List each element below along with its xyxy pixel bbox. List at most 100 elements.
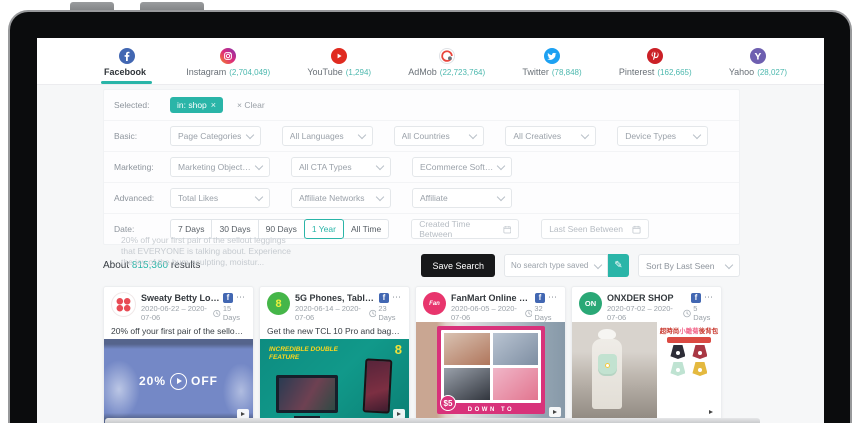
more-options-icon[interactable]: ⋯ [548, 292, 558, 303]
tab-youtube[interactable]: YouTube(1,294) [304, 42, 374, 84]
tab-count: (1,294) [346, 68, 371, 77]
basic-label: Basic: [114, 131, 170, 141]
ad-creative-image[interactable]: 超時尚小雛菊後背包 [572, 322, 721, 421]
chevron-down-icon [376, 162, 384, 170]
created-time-input[interactable]: Created Time Between [411, 219, 519, 239]
tab-count: (78,848) [552, 68, 582, 77]
advertiser-name[interactable]: 5G Phones, Tablets & SIMs | ... [295, 293, 376, 303]
advertiser-name[interactable]: Sweaty Betty London | Wom... [141, 293, 220, 303]
calendar-icon [632, 225, 641, 234]
tab-label: Yahoo [729, 67, 754, 77]
tv-graphic [276, 375, 338, 413]
days-running: 32 Days [534, 304, 558, 322]
youtube-icon [331, 48, 347, 64]
saved-search-select[interactable]: No search type saved [504, 254, 608, 277]
selected-filter-row: Selected: in: shop× × Clear [104, 90, 739, 120]
photo-collage: $5 DOWN TO [437, 326, 545, 414]
creative-text: OFF [191, 374, 218, 388]
advertiser-avatar: Fan [423, 292, 446, 315]
more-options-icon[interactable]: ⋯ [704, 292, 714, 303]
chip-remove-icon[interactable]: × [211, 100, 216, 110]
range-all-time-button[interactable]: All Time [343, 219, 389, 239]
platform-tabbar: Facebook Instagram(2,704,049) YouTube(1,… [37, 38, 824, 85]
play-icon [170, 373, 187, 390]
last-seen-input[interactable]: Last Seen Between [541, 219, 649, 239]
languages-select[interactable]: All Languages [282, 126, 373, 146]
cta-types-select[interactable]: All CTA Types [291, 157, 391, 177]
tab-facebook[interactable]: Facebook [101, 42, 152, 84]
tab-pinterest[interactable]: Pinterest(162,665) [616, 42, 695, 84]
selected-chip[interactable]: in: shop× [170, 97, 223, 113]
days-running: 5 Days [693, 304, 714, 322]
edit-saved-search-button[interactable]: ✎ [608, 254, 629, 277]
tab-twitter[interactable]: Twitter(78,848) [519, 42, 584, 84]
product-thumb [692, 345, 707, 359]
chevron-down-icon [497, 162, 505, 170]
saved-search-group: No search type saved ✎ [504, 254, 629, 277]
chevron-down-icon [357, 131, 365, 139]
chevron-down-icon [255, 162, 263, 170]
selected-label: Selected: [114, 100, 170, 110]
main-content: Selected: in: shop× × Clear Basic: Page … [103, 89, 740, 423]
tab-count: (28,027) [757, 68, 787, 77]
tab-instagram[interactable]: Instagram(2,704,049) [183, 42, 273, 84]
device-types-select[interactable]: Device Types [617, 126, 708, 146]
range-1-year-button[interactable]: 1 Year [304, 219, 344, 239]
more-options-icon[interactable]: ⋯ [236, 292, 246, 303]
model-photo [572, 322, 657, 421]
clear-filters-link[interactable]: × Clear [237, 100, 265, 110]
page-categories-select[interactable]: Page Categories [170, 126, 261, 146]
phone-graphic [363, 358, 393, 413]
creative-text: 20% [139, 374, 166, 388]
ad-text: Get the new TCL 10 Pro and bag a free TC… [260, 322, 409, 339]
tab-label: Facebook [104, 67, 146, 77]
marketing-label: Marketing: [114, 162, 170, 172]
product-thumb [670, 345, 685, 359]
ad-card: ON ONXDER SHOP f ⋯ 2020-07-02 – 2020-07-… [571, 286, 722, 423]
facebook-icon [119, 48, 135, 64]
save-search-button[interactable]: Save Search [421, 254, 495, 277]
clock-icon [525, 309, 533, 318]
countries-select[interactable]: All Countries [394, 126, 485, 146]
tab-label: Pinterest [619, 67, 655, 77]
filter-panel: Selected: in: shop× × Clear Basic: Page … [103, 89, 740, 245]
tab-count: (162,665) [657, 68, 691, 77]
facebook-badge-icon: f [379, 293, 389, 303]
ad-text: 20% off your first pair of the sellout l… [104, 322, 253, 339]
facebook-badge-icon: f [691, 293, 701, 303]
ad-creative-image[interactable]: 20% OFF [104, 339, 253, 423]
tooltip-ghost-text: 20% off your first pair of the sellout l… [121, 235, 291, 268]
advertiser-avatar: ON [579, 292, 602, 315]
card-header: Sweaty Betty London | Wom... f ⋯ 2020-06… [104, 287, 253, 322]
backpack-graphic [598, 354, 617, 376]
advertiser-name[interactable]: ONXDER SHOP [607, 293, 688, 303]
date-range: 2020-06-05 – 2020-07-06 [451, 304, 525, 322]
date-range: 2020-06-14 – 2020-07-06 [295, 304, 369, 322]
affiliate-networks-select[interactable]: Affiliate Networks [291, 188, 391, 208]
days-running: 15 Days [223, 304, 246, 322]
ad-creative-image[interactable]: $5 DOWN TO [416, 322, 565, 421]
total-likes-select[interactable]: Total Likes [170, 188, 270, 208]
ecommerce-softwares-select[interactable]: ECommerce Softwares [412, 157, 512, 177]
date-range: 2020-06-22 – 2020-07-06 [141, 304, 213, 322]
sort-select[interactable]: Sort By Last Seen [638, 254, 740, 277]
tab-admob[interactable]: AdMob(22,723,764) [405, 42, 488, 84]
creatives-select[interactable]: All Creatives [505, 126, 596, 146]
facebook-badge-icon: f [223, 293, 233, 303]
twitter-icon [544, 48, 560, 64]
advertiser-name[interactable]: FanMart Online Shopping - F... [451, 293, 532, 303]
yahoo-icon [750, 48, 766, 64]
tab-yahoo[interactable]: Yahoo(28,027) [726, 42, 790, 84]
days-running: 23 Days [378, 304, 402, 322]
facebook-badge-icon: f [535, 293, 545, 303]
app-screen: Facebook Instagram(2,704,049) YouTube(1,… [37, 38, 824, 423]
affiliate-select[interactable]: Affiliate [412, 188, 512, 208]
chevron-down-icon [594, 260, 602, 268]
ee-logo: 8 [395, 342, 402, 357]
product-thumb [692, 362, 707, 376]
card-header: 8 5G Phones, Tablets & SIMs | ... f ⋯ 20… [260, 287, 409, 322]
marketing-objectives-select[interactable]: Marketing Objectives [170, 157, 270, 177]
ad-creative-image[interactable]: INCREDIBLE DOUBLEFEATURE 8 [260, 339, 409, 423]
collage-photo [493, 333, 539, 365]
more-options-icon[interactable]: ⋯ [392, 292, 402, 303]
